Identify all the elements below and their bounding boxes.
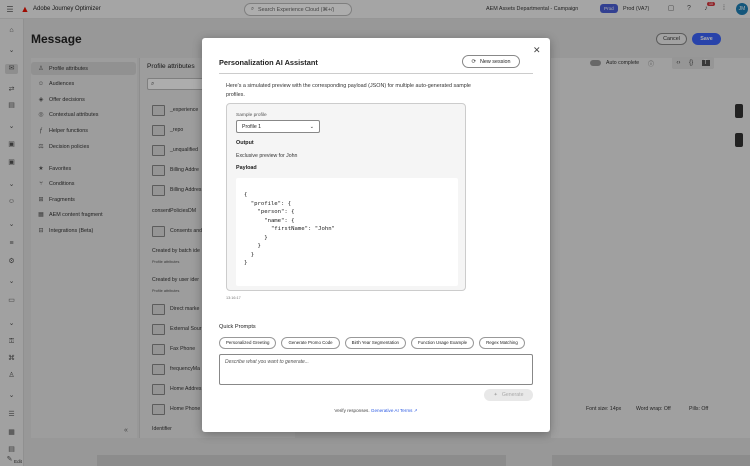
payload-code: { "profile": { "person": { "name": { "fi… (244, 192, 335, 266)
ai-assistant-dialog: Personalization AI Assistant ✕ ⟳ New ses… (202, 38, 550, 432)
sample-profile-select[interactable]: Profile 1 ⌄ (236, 120, 320, 133)
generative-ai-terms-link[interactable]: Generative AI Terms (371, 408, 413, 413)
payload-label: Payload (236, 165, 257, 171)
quick-prompt-chip[interactable]: Personalized Greeting (219, 337, 277, 349)
new-session-label: New session (479, 58, 511, 65)
timestamp: 13:16:17 (226, 296, 241, 300)
quick-prompt-chip[interactable]: Function Usage Example (411, 337, 475, 349)
refresh-icon: ⟳ (471, 58, 476, 65)
dialog-title: Personalization AI Assistant (219, 58, 318, 67)
sparkle-icon: ✦ (493, 392, 498, 398)
sample-profile-label: Sample profile (236, 113, 267, 118)
generate-button[interactable]: ✦ Generate (484, 389, 533, 401)
external-link-icon: ↗ (413, 408, 418, 413)
prompt-input[interactable]: Describe what you want to generate... (219, 354, 533, 385)
payload-code-block: { "profile": { "person": { "name": { "fi… (236, 178, 458, 286)
quick-prompts: Personalized Greeting Generate Promo Cod… (219, 337, 525, 349)
quick-prompt-chip[interactable]: Regex Matching (479, 337, 525, 349)
prompt-placeholder: Describe what you want to generate... (225, 359, 309, 365)
chevron-down-icon: ⌄ (309, 124, 314, 130)
output-text: Exclusive preview for John (236, 153, 298, 159)
new-session-button[interactable]: ⟳ New session (462, 55, 520, 68)
preview-card: Sample profile Profile 1 ⌄ Output Exclus… (226, 103, 466, 291)
verify-text: Verify responses. (334, 408, 370, 413)
dialog-description: Here's a simulated preview with the corr… (226, 83, 471, 98)
output-label: Output (236, 140, 254, 146)
generate-label: Generate (501, 392, 524, 398)
close-icon[interactable]: ✕ (533, 45, 541, 56)
quick-prompt-chip[interactable]: Generate Promo Code (281, 337, 340, 349)
quick-prompts-title: Quick Prompts (219, 324, 256, 330)
quick-prompt-chip[interactable]: Birth Year Segmentation (344, 337, 406, 349)
verify-notice: Verify responses. Generative AI Terms ↗ (202, 408, 550, 414)
sample-profile-value: Profile 1 (242, 124, 262, 130)
divider (219, 73, 533, 74)
